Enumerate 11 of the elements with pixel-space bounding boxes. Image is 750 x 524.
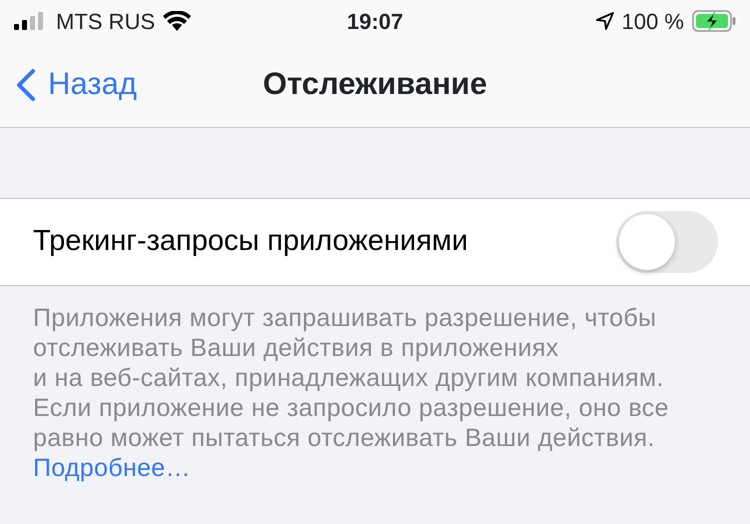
carrier-name: MTS RUS: [56, 8, 155, 36]
battery-percent: 100 %: [622, 8, 684, 36]
wifi-icon: [163, 11, 191, 31]
clock: 19:07: [346, 8, 404, 36]
chevron-left-icon: [16, 68, 36, 102]
location-arrow-icon: [596, 12, 614, 30]
nav-title: Отслеживание: [262, 65, 488, 104]
learn-more-link[interactable]: Подробнее…: [33, 454, 191, 482]
footer-note: Приложения могут запрашивать разрешение, чтобы отслеживать Ваши действия в приложениях и на веб-сайтах, принадлежащих другим компаниям. Если приложение не запросило разрешение, оно все равно может пытаться отслеживать Ваши действия. Подробнее…: [32, 303, 670, 484]
setting-label: Трекинг-запросы приложениями: [33, 224, 468, 260]
back-button[interactable]: Назад: [16, 61, 137, 108]
